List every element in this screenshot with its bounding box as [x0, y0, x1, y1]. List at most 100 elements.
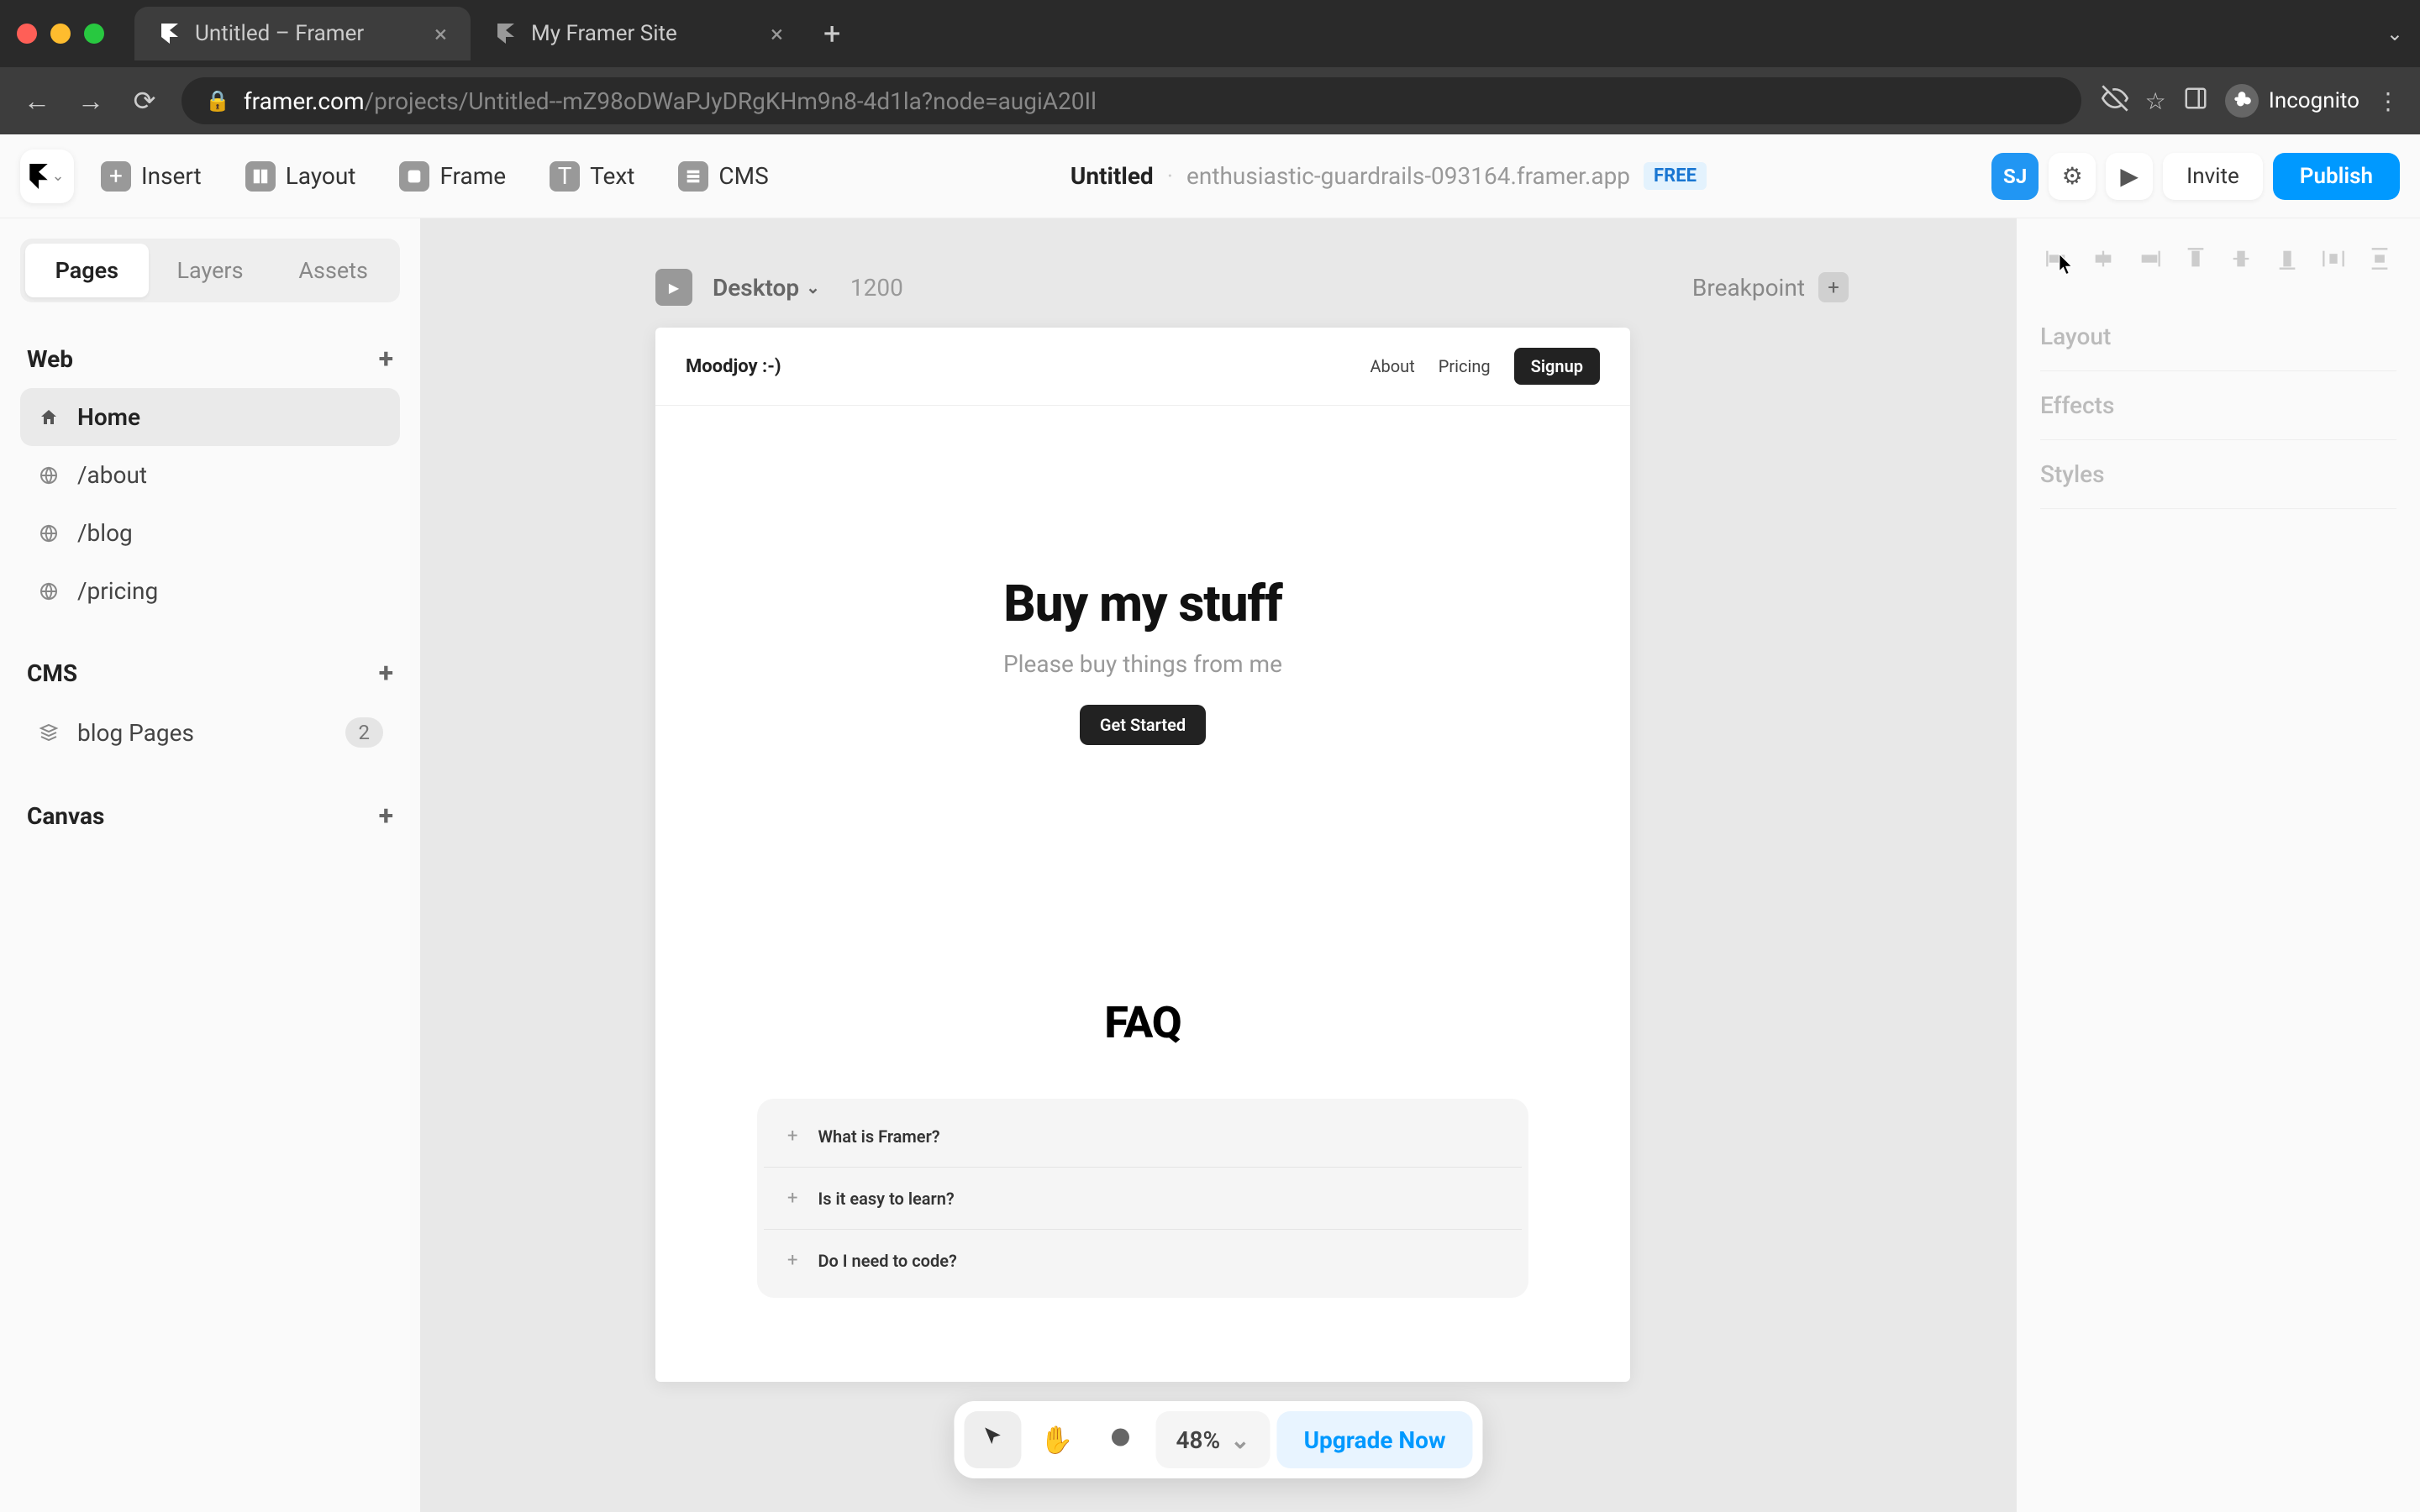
new-tab-button[interactable]: + — [807, 16, 857, 51]
address-field[interactable]: 🔒 framer.com/projects/Untitled--mZ98oDWa… — [182, 77, 2081, 124]
upgrade-button[interactable]: Upgrade Now — [1277, 1411, 1473, 1468]
cms-button[interactable]: CMS — [661, 150, 785, 203]
incognito-icon — [2225, 84, 2259, 118]
hand-tool[interactable]: ✋ — [1028, 1411, 1085, 1468]
tab-pages[interactable]: Pages — [25, 244, 149, 297]
eye-off-icon[interactable] — [2102, 85, 2128, 118]
project-url[interactable]: enthusiastic-guardrails-093164.framer.ap… — [1186, 162, 1630, 190]
browser-tab-active[interactable]: Untitled – Framer × — [134, 7, 471, 60]
publish-button[interactable]: Publish — [2273, 153, 2400, 200]
tab-overflow-icon[interactable]: ⌄ — [2386, 22, 2403, 45]
faq-section: FAQ + What is Framer? + Is it easy to le… — [655, 947, 1630, 1382]
url-display: framer.com/projects/Untitled--mZ98oDWaPJ… — [244, 87, 1097, 115]
breakpoint-play-icon[interactable]: ▶ — [655, 269, 692, 306]
signup-button[interactable]: Signup — [1514, 348, 1600, 385]
faq-title[interactable]: FAQ — [689, 997, 1597, 1048]
project-name[interactable]: Untitled — [1071, 162, 1154, 190]
layout-section-header[interactable]: Layout — [2040, 302, 2396, 371]
nav-link-pricing[interactable]: Pricing — [1439, 356, 1491, 376]
faq-item[interactable]: + Do I need to code? — [764, 1230, 1522, 1291]
layout-icon — [245, 161, 276, 192]
star-icon[interactable]: ☆ — [2145, 87, 2166, 115]
cms-item-blog-pages[interactable]: blog Pages 2 — [20, 702, 400, 763]
back-button[interactable]: ← — [20, 84, 54, 118]
align-right-icon[interactable] — [2133, 242, 2167, 276]
framer-favicon-icon — [494, 22, 518, 45]
layout-button[interactable]: Layout — [229, 150, 373, 203]
design-frame[interactable]: Moodjoy :-) About Pricing Signup Buy my … — [655, 328, 1630, 1382]
left-panel: Pages Layers Assets Web + Home /about — [0, 218, 420, 1512]
breakpoint-selector[interactable]: Desktop ⌄ — [713, 274, 820, 302]
distribute-v-icon[interactable] — [2362, 242, 2396, 276]
align-left-icon[interactable] — [2040, 242, 2075, 276]
framer-app: ⌄ + Insert Layout Frame T Text CMS — [0, 134, 2420, 1512]
text-icon: T — [550, 161, 580, 192]
align-bottom-icon[interactable] — [2270, 242, 2305, 276]
hero-subtitle[interactable]: Please buy things from me — [689, 650, 1597, 678]
site-logo[interactable]: Moodjoy :-) — [686, 356, 781, 377]
stack-icon — [37, 721, 60, 744]
add-cms-button[interactable]: + — [379, 657, 393, 689]
styles-section-header[interactable]: Styles — [2040, 440, 2396, 509]
browser-tab[interactable]: My Framer Site × — [471, 7, 807, 60]
incognito-badge[interactable]: Incognito — [2225, 84, 2360, 118]
user-avatar[interactable]: SJ — [1991, 153, 2039, 200]
window-close-icon[interactable] — [17, 24, 37, 44]
tab-assets[interactable]: Assets — [271, 244, 395, 297]
distribute-h-icon[interactable] — [2317, 242, 2351, 276]
reload-button[interactable]: ⟳ — [128, 84, 161, 118]
cms-icon — [678, 161, 708, 192]
align-center-h-icon[interactable] — [2086, 242, 2121, 276]
panel-icon[interactable] — [2183, 86, 2208, 117]
browser-tabs: Untitled – Framer × My Framer Site × + — [134, 7, 857, 60]
app-toolbar: ⌄ + Insert Layout Frame T Text CMS — [0, 134, 2420, 218]
forward-button[interactable]: → — [74, 84, 108, 118]
canvas-area[interactable]: ▶ Desktop ⌄ 1200 Breakpoint + Moodjoy :-… — [420, 218, 2017, 1512]
zoom-control[interactable]: 48% ⌄ — [1155, 1411, 1270, 1468]
chevron-down-icon: ⌄ — [1230, 1426, 1249, 1454]
chevron-down-icon: ⌄ — [806, 277, 820, 297]
add-page-button[interactable]: + — [379, 343, 393, 375]
framer-menu-button[interactable]: ⌄ — [20, 150, 74, 203]
invite-button[interactable]: Invite — [2163, 153, 2263, 200]
nav-link-about[interactable]: About — [1370, 356, 1414, 376]
text-button[interactable]: T Text — [533, 150, 651, 203]
hero-cta-button[interactable]: Get Started — [1080, 705, 1206, 745]
align-center-v-icon[interactable] — [2224, 242, 2259, 276]
insert-button[interactable]: + Insert — [84, 150, 218, 203]
add-breakpoint-button[interactable]: + — [1818, 272, 1849, 302]
preview-button[interactable]: ▶ — [2106, 153, 2153, 200]
page-item-about[interactable]: /about — [20, 446, 400, 504]
frame-button[interactable]: Frame — [382, 150, 523, 203]
tab-layers[interactable]: Layers — [149, 244, 272, 297]
chevron-down-icon: ⌄ — [51, 167, 64, 185]
tab-close-icon[interactable]: × — [434, 20, 447, 48]
select-tool[interactable] — [964, 1411, 1021, 1468]
page-item-blog[interactable]: /blog — [20, 504, 400, 562]
breakpoint-width[interactable]: 1200 — [850, 274, 903, 302]
gear-icon: ⚙ — [2062, 162, 2083, 190]
hand-icon: ✋ — [1040, 1424, 1074, 1456]
address-bar: ← → ⟳ 🔒 framer.com/projects/Untitled--mZ… — [0, 67, 2420, 134]
add-canvas-button[interactable]: + — [379, 800, 393, 832]
plus-icon: + — [101, 161, 131, 192]
page-item-home[interactable]: Home — [20, 388, 400, 446]
page-item-pricing[interactable]: /pricing — [20, 562, 400, 620]
align-top-icon[interactable] — [2178, 242, 2212, 276]
globe-icon — [37, 464, 60, 487]
window-minimize-icon[interactable] — [50, 24, 71, 44]
plus-icon: + — [787, 1188, 797, 1209]
canvas-section-header: Canvas + — [20, 786, 400, 845]
alignment-controls — [2040, 242, 2396, 276]
faq-item[interactable]: + What is Framer? — [764, 1105, 1522, 1168]
window-controls — [17, 24, 104, 44]
tab-close-icon[interactable]: × — [771, 20, 783, 48]
effects-section-header[interactable]: Effects — [2040, 371, 2396, 440]
settings-button[interactable]: ⚙ — [2049, 153, 2096, 200]
faq-item[interactable]: + Is it easy to learn? — [764, 1168, 1522, 1230]
comment-tool[interactable] — [1092, 1411, 1149, 1468]
globe-icon — [37, 522, 60, 545]
hero-title[interactable]: Buy my stuff — [689, 574, 1597, 633]
window-zoom-icon[interactable] — [84, 24, 104, 44]
kebab-menu-icon[interactable]: ⋮ — [2376, 87, 2400, 115]
